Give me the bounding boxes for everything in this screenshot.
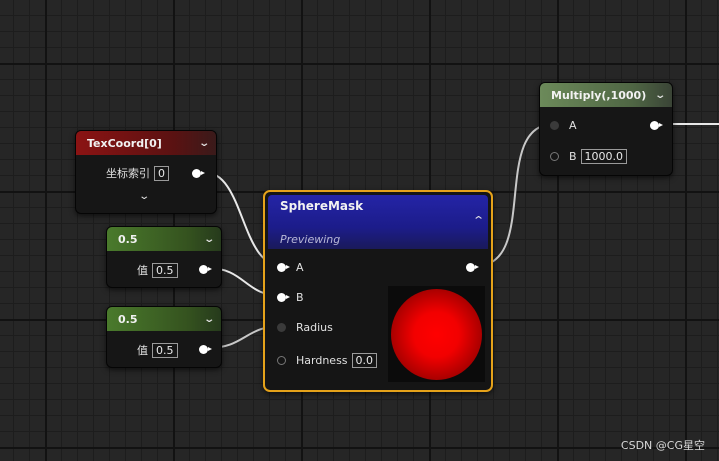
constant-node-2[interactable]: 0.5 ⌄ 值 0.5 xyxy=(106,306,222,368)
spheremask-node-title: SphereMask xyxy=(280,199,364,213)
spheremask-input-radius-pin[interactable] xyxy=(277,323,286,332)
spheremask-pin-radius-label: Radius xyxy=(296,321,333,334)
expand-chevron-icon[interactable]: ⌄ xyxy=(138,191,150,202)
texcoord-node-title: TexCoord[0] xyxy=(87,136,162,150)
multiply-node[interactable]: Multiply(,1000) ⌄ A B 1000.0 xyxy=(539,82,673,176)
spheremask-output-pin[interactable] xyxy=(466,263,479,272)
texcoord-node-header[interactable]: TexCoord[0] ⌄ xyxy=(76,131,216,155)
watermark: CSDN @CG星空 xyxy=(620,439,705,452)
multiply-pin-a-row[interactable]: A xyxy=(550,119,577,132)
constant-node-1-param-label: 值 xyxy=(137,264,148,277)
chevron-down-icon[interactable]: ⌄ xyxy=(198,138,210,149)
preview-sphere xyxy=(391,289,482,380)
multiply-input-b-pin[interactable] xyxy=(550,152,559,161)
multiply-input-a-pin[interactable] xyxy=(550,121,559,130)
multiply-node-header[interactable]: Multiply(,1000) ⌄ xyxy=(540,83,672,107)
multiply-output-pin[interactable] xyxy=(650,121,663,130)
constant-node-1[interactable]: 0.5 ⌄ 值 0.5 xyxy=(106,226,222,288)
constant-node-2-param-row: 值 0.5 xyxy=(137,342,178,358)
chevron-down-icon[interactable]: ⌄ xyxy=(203,234,215,245)
spheremask-node-subtitle: Previewing xyxy=(280,233,341,246)
multiply-pin-a-label: A xyxy=(569,119,577,132)
texcoord-node[interactable]: TexCoord[0] ⌄ 坐标索引 0 ⌄ xyxy=(75,130,217,214)
constant-node-1-header[interactable]: 0.5 ⌄ xyxy=(107,227,221,251)
chevron-up-icon[interactable]: ⌃ xyxy=(472,214,485,227)
multiply-pin-b-row[interactable]: B 1000.0 xyxy=(550,149,628,164)
spheremask-input-hardness-pin[interactable] xyxy=(277,356,286,365)
constant-node-2-param-label: 值 xyxy=(137,344,148,357)
constant-node-2-title: 0.5 xyxy=(118,312,138,326)
constant-node-2-output-pin[interactable] xyxy=(199,345,212,354)
spheremask-pin-a-row[interactable]: A xyxy=(277,261,304,274)
spheremask-pin-b-label: B xyxy=(296,291,304,304)
constant-node-1-param-row: 值 0.5 xyxy=(137,262,178,278)
texcoord-param-field[interactable]: 0 xyxy=(154,165,169,181)
constant-node-1-output-pin[interactable] xyxy=(199,265,212,274)
spheremask-pin-b-row[interactable]: B xyxy=(277,291,304,304)
constant-node-1-value-field[interactable]: 0.5 xyxy=(152,262,178,278)
spheremask-hardness-field[interactable]: 0.0 xyxy=(351,353,378,368)
spheremask-preview xyxy=(388,286,485,382)
constant-node-1-title: 0.5 xyxy=(118,232,138,246)
multiply-pin-b-label: B xyxy=(569,150,577,163)
constant-node-2-header[interactable]: 0.5 ⌄ xyxy=(107,307,221,331)
chevron-down-icon[interactable]: ⌄ xyxy=(654,90,666,101)
constant-node-2-value-field[interactable]: 0.5 xyxy=(152,342,178,358)
chevron-down-icon[interactable]: ⌄ xyxy=(203,314,215,325)
multiply-b-field[interactable]: 1000.0 xyxy=(580,149,628,164)
spheremask-node[interactable]: SphereMask Previewing ⌃ A B Radius Hardn… xyxy=(263,190,493,392)
spheremask-input-a-pin[interactable] xyxy=(277,263,290,272)
spheremask-input-b-pin[interactable] xyxy=(277,293,290,302)
spheremask-pin-a-label: A xyxy=(296,261,304,274)
spheremask-node-header[interactable]: SphereMask Previewing ⌃ xyxy=(268,195,488,249)
texcoord-param-label: 坐标索引 xyxy=(106,167,150,180)
multiply-node-title: Multiply(,1000) xyxy=(551,88,647,102)
spheremask-pin-radius-row[interactable]: Radius xyxy=(277,321,333,334)
texcoord-param-row: 坐标索引 0 xyxy=(106,165,169,181)
spheremask-pin-hardness-label: Hardness xyxy=(296,354,348,367)
texcoord-output-pin[interactable] xyxy=(192,169,205,178)
spheremask-pin-hardness-row[interactable]: Hardness 0.0 xyxy=(277,353,378,368)
